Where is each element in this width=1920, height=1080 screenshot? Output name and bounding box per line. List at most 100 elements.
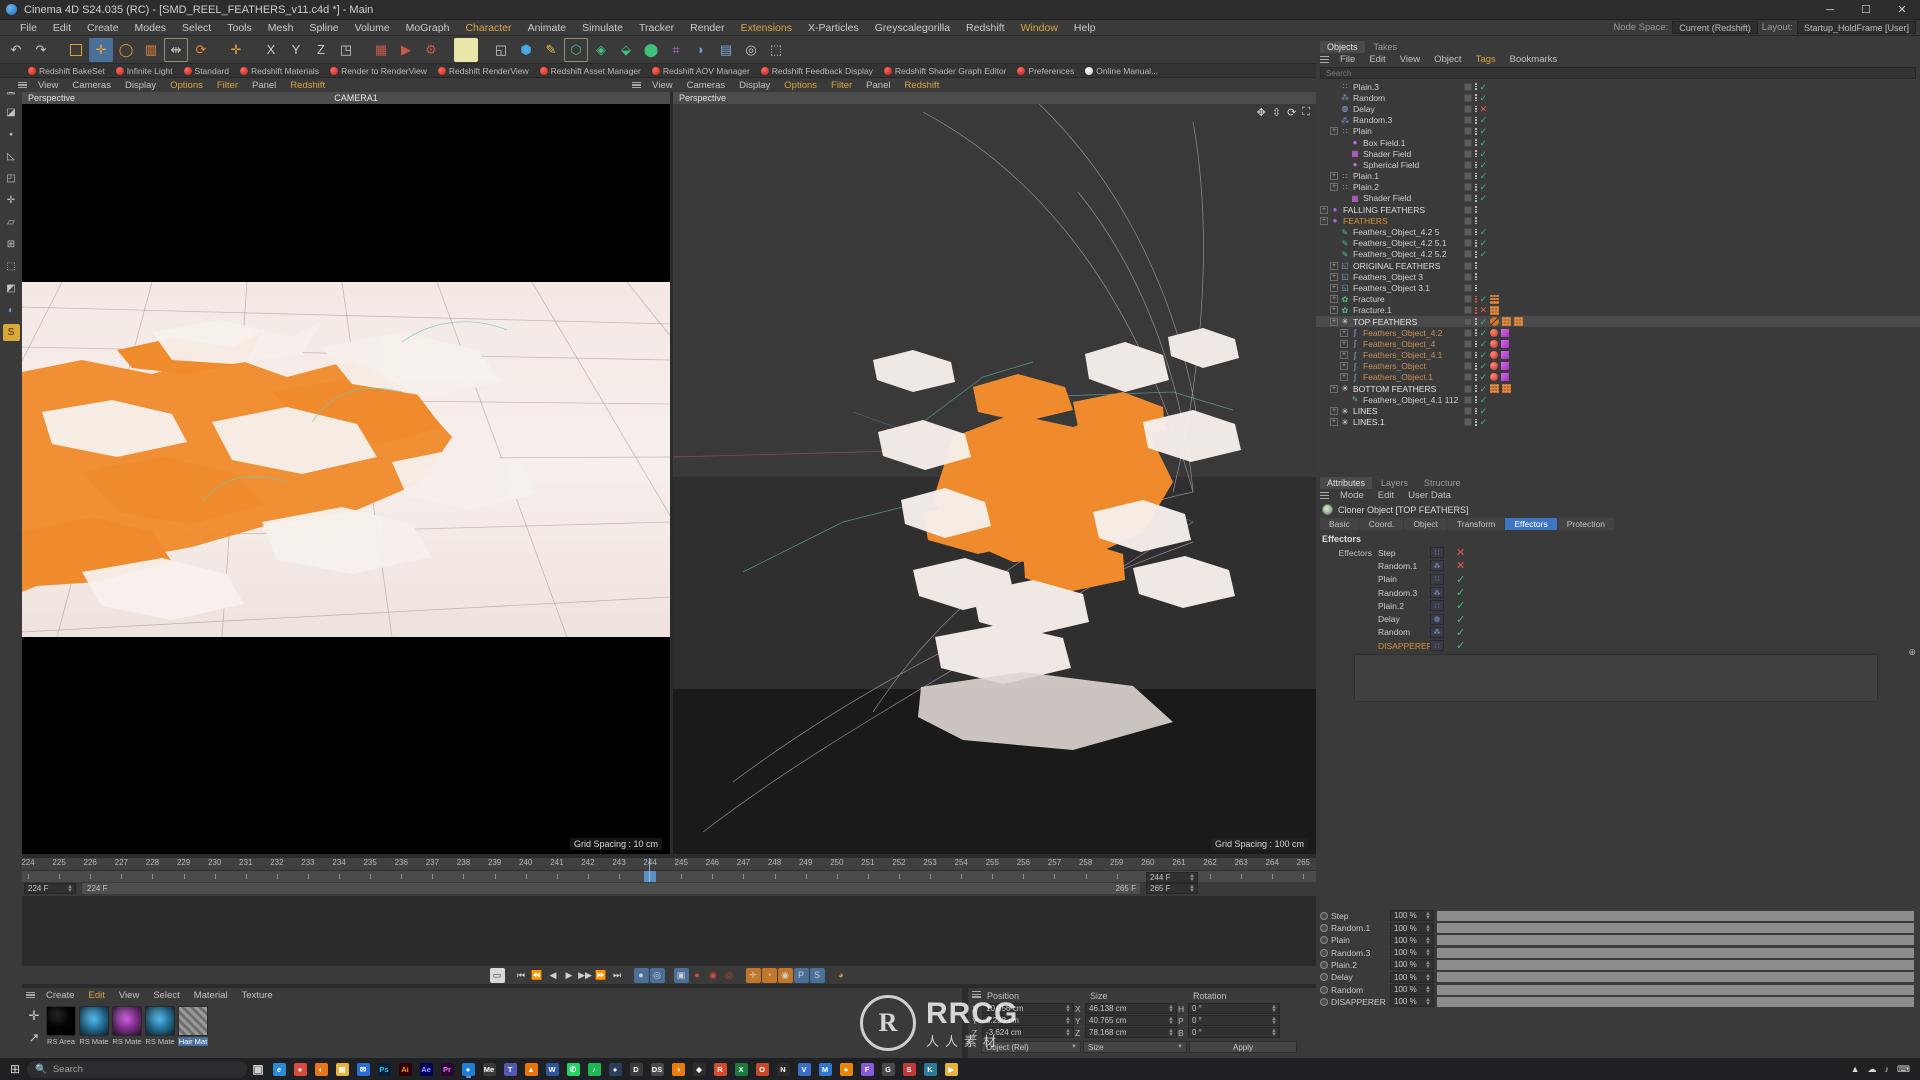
object-row[interactable]: ∷ Plain.3 ✓ bbox=[1316, 81, 1920, 92]
add-spline-button[interactable]: ✎ bbox=[539, 38, 563, 62]
rotation-b-input[interactable]: 0 ° ▲ ▼ bbox=[1188, 1027, 1280, 1038]
tag-dots-icon[interactable] bbox=[1475, 195, 1477, 202]
add-material-icon[interactable]: ✛ bbox=[29, 1008, 40, 1024]
enabled-check-icon[interactable]: ✓ bbox=[1480, 295, 1488, 304]
stepper-icon[interactable]: ▲ ▼ bbox=[1065, 1028, 1071, 1038]
add-environment-button[interactable]: ⬤ bbox=[639, 38, 663, 62]
disabled-cross-icon[interactable]: ✕ bbox=[1480, 306, 1488, 315]
pan-view-icon[interactable]: ✥ bbox=[1257, 106, 1266, 119]
tag-dots-icon[interactable] bbox=[1475, 396, 1477, 404]
object-row[interactable]: ● Box Field.1 ✓ bbox=[1316, 137, 1920, 148]
enabled-check-icon[interactable]: ✓ bbox=[1480, 160, 1488, 169]
object-row[interactable]: + ✳ LINES.1 ✓ bbox=[1316, 417, 1920, 428]
strength-slider[interactable] bbox=[1437, 947, 1914, 958]
viewport-left-menu-filter[interactable]: Filter bbox=[210, 80, 245, 91]
expand-toggle-icon[interactable]: + bbox=[1330, 317, 1338, 326]
redo-button[interactable]: ↷ bbox=[29, 38, 53, 62]
tag-dots-icon[interactable] bbox=[1475, 161, 1477, 169]
viewport-right-menu-view[interactable]: View bbox=[645, 80, 679, 91]
redshift-render-to-renderview[interactable]: Render to RenderView bbox=[326, 66, 431, 76]
object-row[interactable]: ▦ Shader Field ✓ bbox=[1316, 193, 1920, 204]
texture-tag-icon[interactable] bbox=[1501, 339, 1510, 348]
attributes-hamburger-icon[interactable] bbox=[1320, 492, 1329, 499]
app-c4d2-icon[interactable]: ● bbox=[836, 1060, 856, 1078]
viewport-left-camera[interactable]: CAMERA1 bbox=[334, 93, 378, 103]
material-menu-view[interactable]: View bbox=[112, 990, 146, 1001]
effector-enabled-icon[interactable]: ✓ bbox=[1456, 586, 1465, 599]
transform-tool-button[interactable]: ⇹ bbox=[164, 37, 188, 62]
stepper-icon[interactable]: ▲ ▼ bbox=[1425, 911, 1431, 921]
dolly-view-icon[interactable]: ⇳ bbox=[1272, 106, 1281, 119]
enabled-check-icon[interactable]: ✓ bbox=[1480, 82, 1488, 91]
tray-icon[interactable]: ☁ bbox=[1868, 1064, 1877, 1075]
live-selection-button[interactable] bbox=[64, 38, 88, 62]
rotate-view-icon[interactable]: ⟳ bbox=[1287, 106, 1296, 119]
object-row[interactable]: ✎ Feathers_Object_4.2 5 ✓ bbox=[1316, 226, 1920, 237]
viewport-left-menu-view[interactable]: View bbox=[31, 80, 65, 91]
menu-mesh[interactable]: Mesh bbox=[260, 20, 302, 36]
play-button[interactable]: ▶ bbox=[562, 968, 577, 983]
aftereffects-icon[interactable]: Ae bbox=[416, 1060, 436, 1078]
autokey-button[interactable]: ◎ bbox=[649, 967, 665, 983]
end-frame-spinner[interactable]: ▲ ▼ bbox=[1189, 884, 1195, 894]
size-mode-select[interactable]: Size ▼ bbox=[1083, 1041, 1187, 1053]
menu-animate[interactable]: Animate bbox=[520, 20, 575, 36]
stepper-icon[interactable]: ▲ ▼ bbox=[1168, 1004, 1174, 1014]
coordinate-mode-select[interactable]: Object (Rel) ▼ bbox=[981, 1041, 1081, 1053]
object-row[interactable]: + ● FALLING FEATHERS bbox=[1316, 204, 1920, 215]
visibility-tag[interactable] bbox=[1464, 395, 1472, 404]
cloner-tag-icon[interactable] bbox=[1490, 294, 1500, 304]
object-row[interactable]: + ◱ Feathers_Object 3 bbox=[1316, 271, 1920, 282]
stepper-icon[interactable]: ▲ ▼ bbox=[1271, 1004, 1277, 1014]
tag-dots-icon[interactable] bbox=[1475, 116, 1477, 124]
tag-dots-icon[interactable] bbox=[1475, 127, 1477, 135]
cloner-tag-icon[interactable] bbox=[1490, 305, 1500, 315]
tag-dots-icon[interactable] bbox=[1475, 139, 1477, 146]
windows-start-icon[interactable]: ⊞ bbox=[4, 1062, 26, 1076]
strength-slider[interactable] bbox=[1437, 923, 1914, 934]
tray-icon[interactable]: ♪ bbox=[1885, 1064, 1890, 1074]
redshift-standard[interactable]: Standard bbox=[180, 66, 234, 76]
menu-select[interactable]: Select bbox=[174, 20, 219, 36]
cloner-tag-icon[interactable] bbox=[1514, 317, 1524, 327]
add-field-button[interactable]: ⬙ bbox=[614, 38, 638, 62]
material-item[interactable]: RS Area bbox=[46, 1006, 76, 1046]
render-view-button[interactable]: ▦ bbox=[369, 38, 393, 62]
enabled-check-icon[interactable]: ✓ bbox=[1480, 250, 1488, 259]
messenger-icon[interactable]: Me bbox=[479, 1060, 499, 1078]
app-f-icon[interactable]: F bbox=[857, 1060, 877, 1078]
add-deformer-button[interactable]: ◈ bbox=[589, 38, 613, 62]
rotation-key-button[interactable]: ◉ bbox=[706, 968, 721, 983]
enabled-check-icon[interactable]: ✓ bbox=[1480, 407, 1488, 416]
enabled-check-icon[interactable]: ✓ bbox=[1480, 183, 1488, 192]
texture-tag-icon[interactable] bbox=[1501, 351, 1510, 360]
stepper-icon[interactable]: ▲ ▼ bbox=[1425, 985, 1431, 995]
timeline-track[interactable] bbox=[22, 858, 1316, 882]
expand-toggle-icon[interactable]: + bbox=[1320, 205, 1328, 214]
param-tab-effectors[interactable]: Effectors bbox=[1505, 517, 1557, 530]
tag-dots-icon[interactable] bbox=[1475, 385, 1477, 393]
visibility-tag[interactable] bbox=[1464, 104, 1472, 113]
tag-dots-icon[interactable] bbox=[1475, 206, 1477, 214]
tag-dots-icon[interactable] bbox=[1475, 183, 1477, 191]
enabled-check-icon[interactable]: ✓ bbox=[1480, 138, 1488, 147]
material-menu-select[interactable]: Select bbox=[146, 990, 186, 1001]
app-x-icon[interactable]: X bbox=[731, 1060, 751, 1078]
viewport-right-menu-panel[interactable]: Panel bbox=[859, 80, 897, 91]
material-item[interactable]: Hair Mat bbox=[178, 1006, 208, 1046]
object-menu-view[interactable]: View bbox=[1393, 54, 1427, 65]
menu-extensions[interactable]: Extensions bbox=[733, 20, 800, 36]
add-mograph-button[interactable]: ◎ bbox=[739, 38, 763, 62]
expand-toggle-icon[interactable]: + bbox=[1330, 261, 1338, 270]
visibility-tag[interactable] bbox=[1464, 418, 1472, 427]
viewport-right-menu-filter[interactable]: Filter bbox=[824, 80, 859, 91]
menu-greyscalegorilla[interactable]: Greyscalegorilla bbox=[867, 20, 958, 36]
attributes-menu-mode[interactable]: Mode bbox=[1333, 490, 1371, 501]
keyframe-selection-button[interactable]: ▣ bbox=[673, 967, 689, 983]
visibility-tag[interactable] bbox=[1464, 351, 1472, 360]
menu-volume[interactable]: Volume bbox=[347, 20, 398, 36]
tag-dots-icon[interactable] bbox=[1475, 105, 1477, 113]
visibility-tag[interactable] bbox=[1464, 93, 1472, 102]
effector-enabled-icon[interactable]: ✓ bbox=[1456, 613, 1465, 626]
texture-tag-icon[interactable] bbox=[1501, 328, 1510, 337]
